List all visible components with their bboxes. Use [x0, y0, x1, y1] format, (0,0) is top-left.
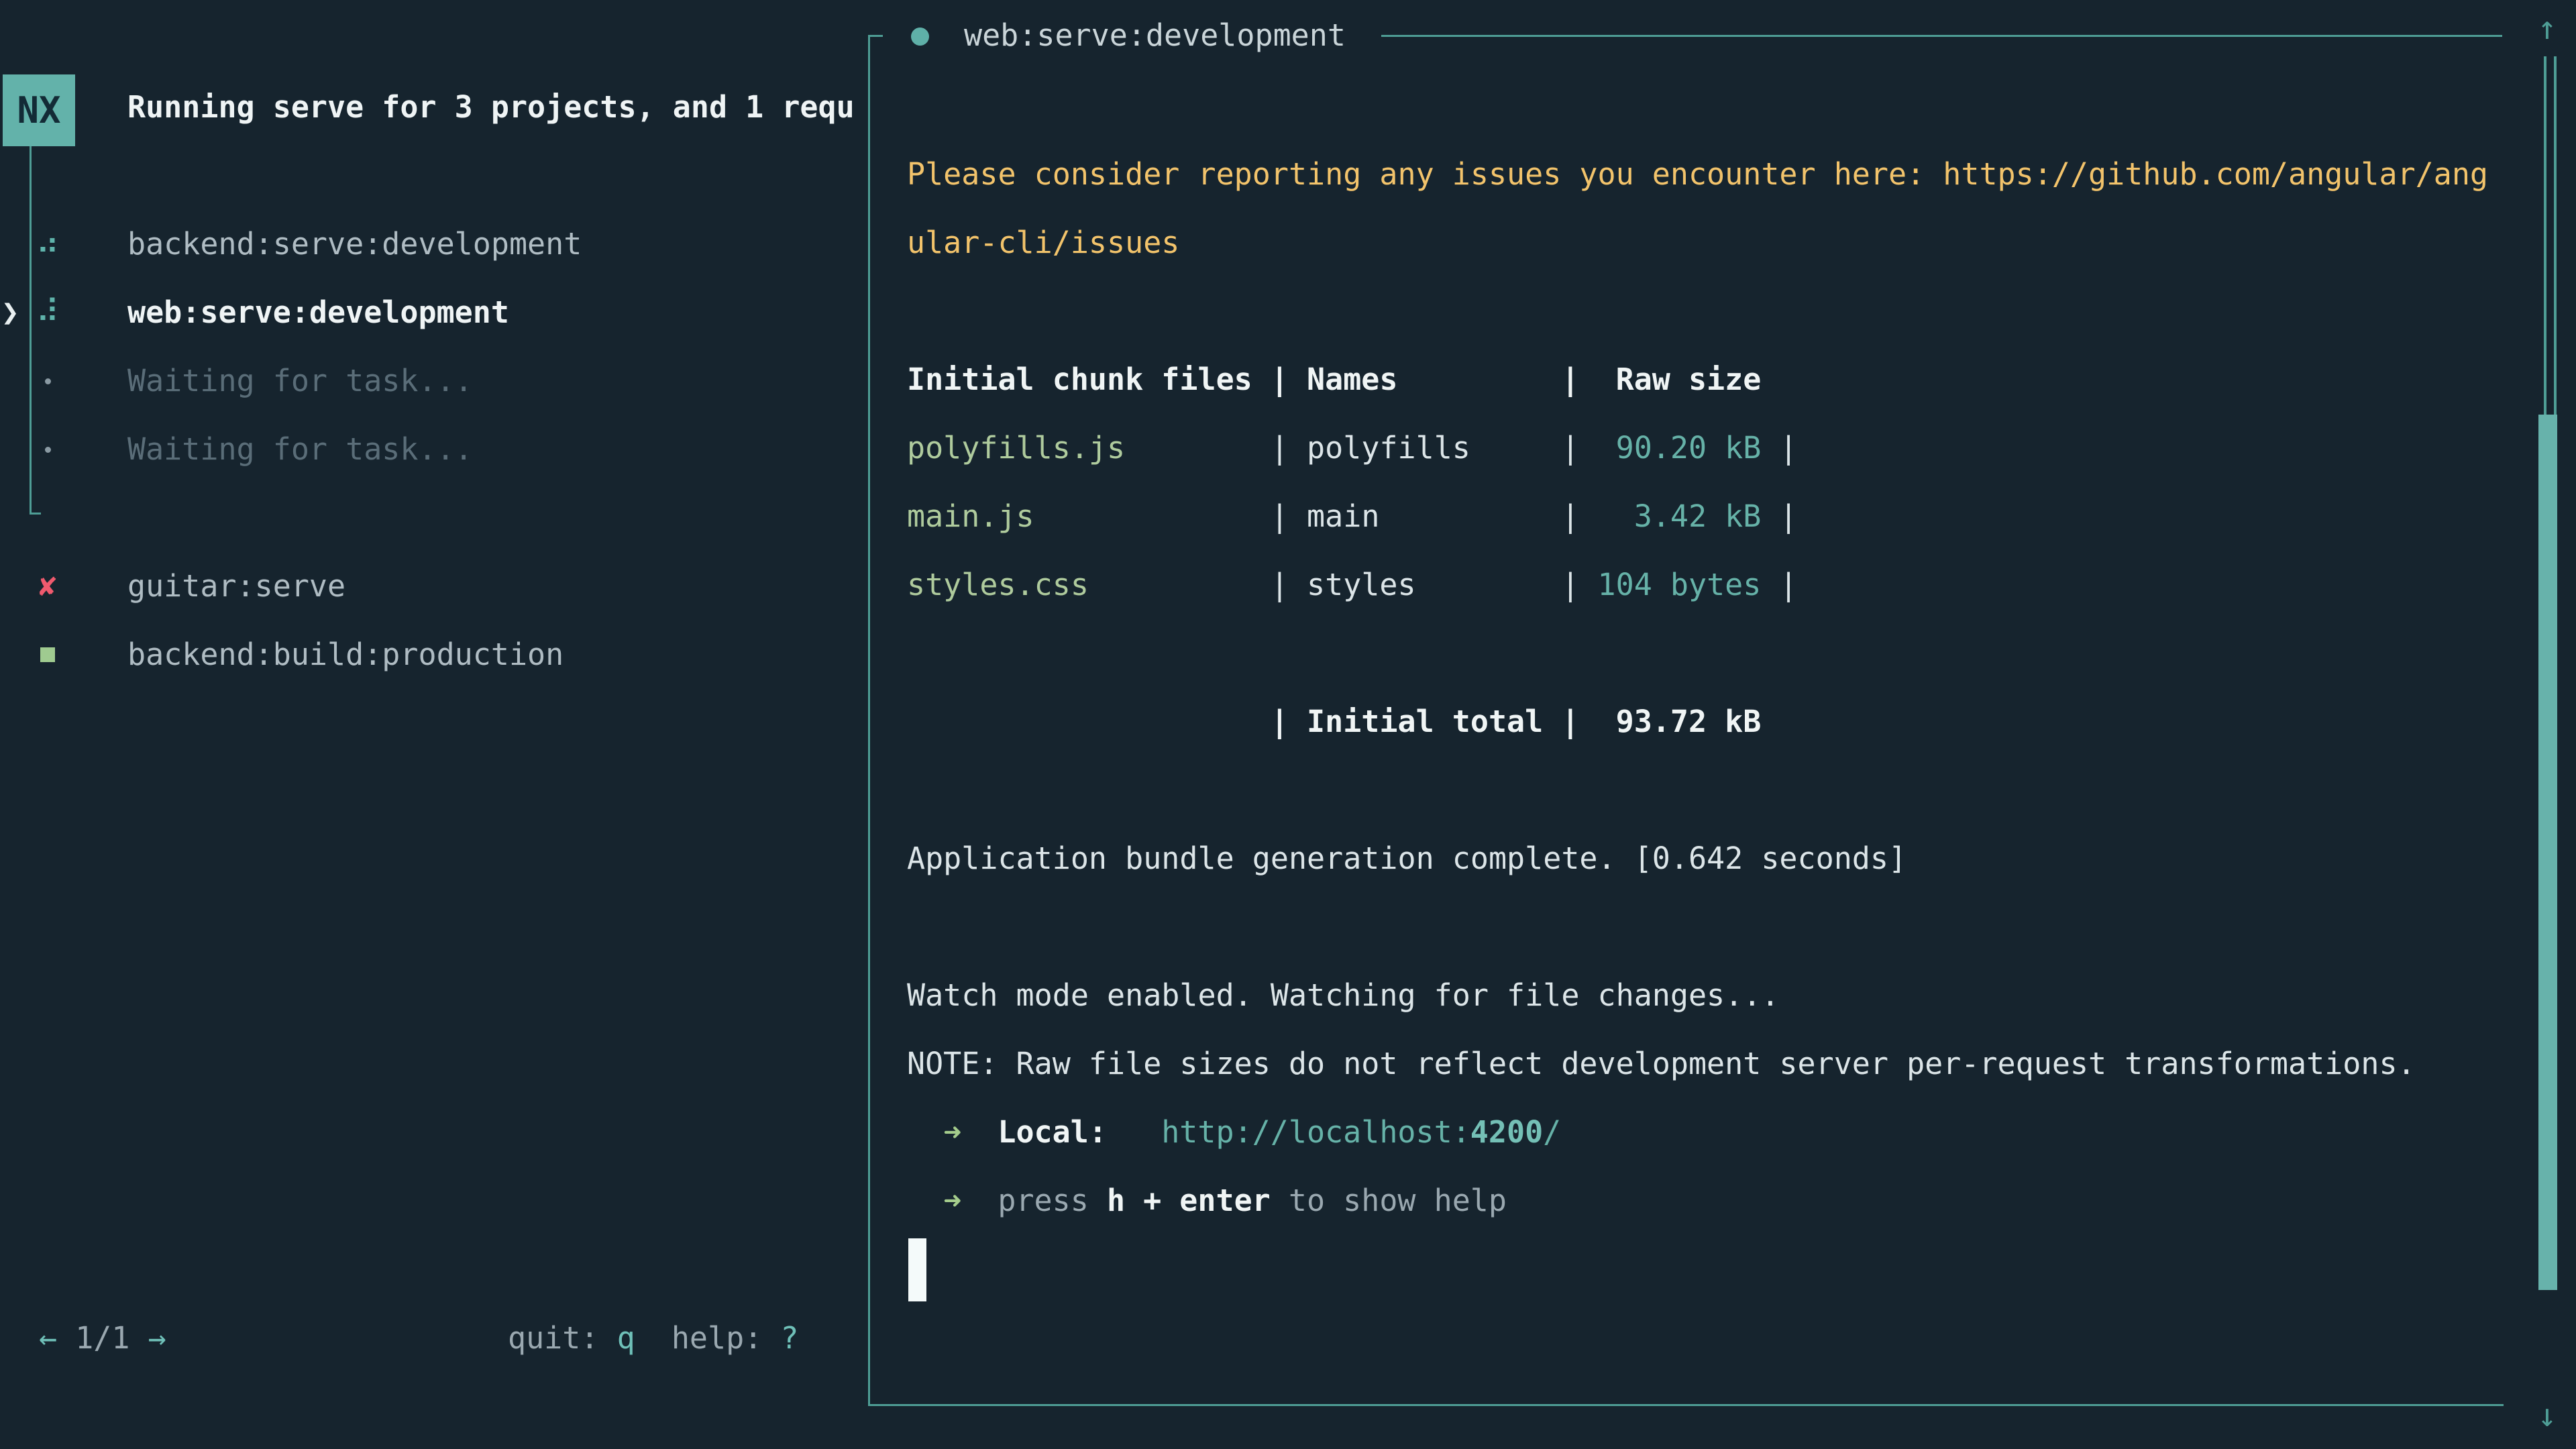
- task-item-guitar-serve[interactable]: ✘ guitar:serve: [0, 551, 865, 621]
- terminal-line: Please consider reporting any issues you…: [907, 140, 2530, 209]
- chunk-file-name: polyfills.js: [907, 430, 1271, 466]
- localhost-port[interactable]: 4200: [1470, 1114, 1543, 1150]
- success-square-icon: [40, 647, 55, 662]
- quit-key: q: [617, 1320, 635, 1356]
- hotkey-hints: quit: q help: ?: [508, 1303, 799, 1373]
- table-row: main.js | main | 3.42 kB |: [907, 482, 2530, 551]
- help-keys: h + enter: [1107, 1183, 1271, 1218]
- pagination: ← 1/1 →: [39, 1303, 166, 1373]
- table-row: styles.css | styles | 104 bytes |: [907, 551, 2530, 619]
- notice-text: Please consider reporting any issues you…: [907, 156, 2488, 192]
- task-item-waiting-2[interactable]: Waiting for task...: [0, 415, 865, 484]
- chunk-names: | polyfills |: [1271, 430, 1580, 466]
- watch-mode-text: Watch mode enabled. Watching for file ch…: [907, 977, 1779, 1013]
- spinner-icon: ⠴: [30, 209, 66, 278]
- help-key: ?: [780, 1320, 798, 1356]
- task-item-waiting-1[interactable]: Waiting for task...: [0, 346, 865, 415]
- task-label: backend:build:production: [127, 620, 564, 689]
- terminal-line-blank: [907, 277, 2530, 345]
- pagination-page: 1/1: [75, 1320, 129, 1356]
- terminal-line-blank: [907, 756, 2530, 824]
- terminal-cursor: [908, 1238, 926, 1301]
- task-label: backend:serve:development: [127, 209, 582, 278]
- help-hint-line: ➜ press h + enter to show help: [907, 1167, 2530, 1235]
- table-header-row: Initial chunk files | Names | Raw size: [907, 345, 2530, 414]
- task-tree-corner: [30, 513, 41, 515]
- prompt-arrow-icon: ➜: [943, 1098, 961, 1167]
- task-label: Waiting for task...: [127, 415, 473, 484]
- chunk-size: 3.42 kB: [1579, 498, 1761, 534]
- bundle-complete-text: Application bundle generation complete. …: [907, 841, 1907, 876]
- chunk-size: 90.20 kB: [1579, 430, 1761, 466]
- chunk-file-name: styles.css: [907, 567, 1271, 602]
- pagination-prev-icon[interactable]: ←: [39, 1320, 57, 1356]
- table-header: Initial chunk files | Names | Raw size: [907, 362, 1761, 397]
- note-text: NOTE: Raw file sizes do not reflect deve…: [907, 1046, 2416, 1081]
- task-item-backend-serve[interactable]: ⠴ backend:serve:development: [0, 209, 865, 278]
- panel-border-bottom: [868, 1404, 2504, 1406]
- terminal-output: Please consider reporting any issues you…: [907, 140, 2530, 1303]
- initial-total: | Initial total | 93.72 kB: [907, 704, 1761, 739]
- panel-border-left: [868, 35, 870, 1406]
- terminal-line-blank: [907, 893, 2530, 961]
- task-label: Waiting for task...: [127, 346, 473, 415]
- terminal-panel-title: web:serve:development: [964, 2, 1346, 69]
- help-suffix: to show help: [1271, 1183, 1507, 1218]
- task-label: guitar:serve: [127, 551, 345, 621]
- chunk-names: | styles |: [1271, 567, 1580, 602]
- waiting-dot-icon: [45, 378, 51, 384]
- scroll-down-icon[interactable]: ↓: [2529, 1387, 2565, 1444]
- panel-border-top: [1381, 35, 2502, 37]
- terminal-line-blank: [907, 619, 2530, 688]
- nx-logo: NX: [3, 74, 75, 146]
- scrollbar-track[interactable]: [2544, 56, 2557, 415]
- spinner-icon: ⠼: [30, 278, 66, 347]
- quit-label: quit:: [508, 1320, 617, 1356]
- terminal-line: Watch mode enabled. Watching for file ch…: [907, 961, 2530, 1030]
- prompt-arrow-icon: ➜: [943, 1167, 961, 1235]
- help-prefix: press: [998, 1183, 1107, 1218]
- notice-text: ular-cli/issues: [907, 225, 1179, 260]
- chunk-size: 104 bytes: [1579, 567, 1761, 602]
- chunk-names: | main |: [1271, 498, 1580, 534]
- active-task-bullet-icon: [911, 28, 929, 46]
- terminal-line: NOTE: Raw file sizes do not reflect deve…: [907, 1030, 2530, 1098]
- scrollbar-thumb[interactable]: [2538, 415, 2557, 1290]
- task-item-web-serve[interactable]: ❯ ⠼ web:serve:development: [0, 278, 865, 347]
- pagination-next-icon[interactable]: →: [148, 1320, 166, 1356]
- task-label: web:serve:development: [127, 278, 509, 347]
- terminal-line: ular-cli/issues: [907, 209, 2530, 277]
- chunk-file-name: main.js: [907, 498, 1271, 534]
- local-url-line: ➜ Local: http://localhost:4200/: [907, 1098, 2530, 1167]
- terminal-line: Application bundle generation complete. …: [907, 824, 2530, 893]
- task-item-backend-build[interactable]: backend:build:production: [0, 620, 865, 689]
- scroll-up-icon[interactable]: ↑: [2529, 0, 2565, 56]
- failed-x-icon: ✘: [30, 551, 66, 621]
- table-row: polyfills.js | polyfills | 90.20 kB |: [907, 414, 2530, 482]
- waiting-dot-icon: [45, 447, 51, 453]
- localhost-url[interactable]: http://localhost:: [1161, 1114, 1470, 1150]
- table-total-row: | Initial total | 93.72 kB: [907, 688, 2530, 756]
- selection-caret-icon: ❯: [1, 278, 28, 347]
- panel-border-top: [868, 35, 883, 37]
- help-label: help:: [672, 1320, 781, 1356]
- terminal-line-blank: [907, 1235, 2530, 1303]
- page-title: Running serve for 3 projects, and 1 requ: [127, 72, 865, 142]
- local-label: Local:: [998, 1114, 1107, 1150]
